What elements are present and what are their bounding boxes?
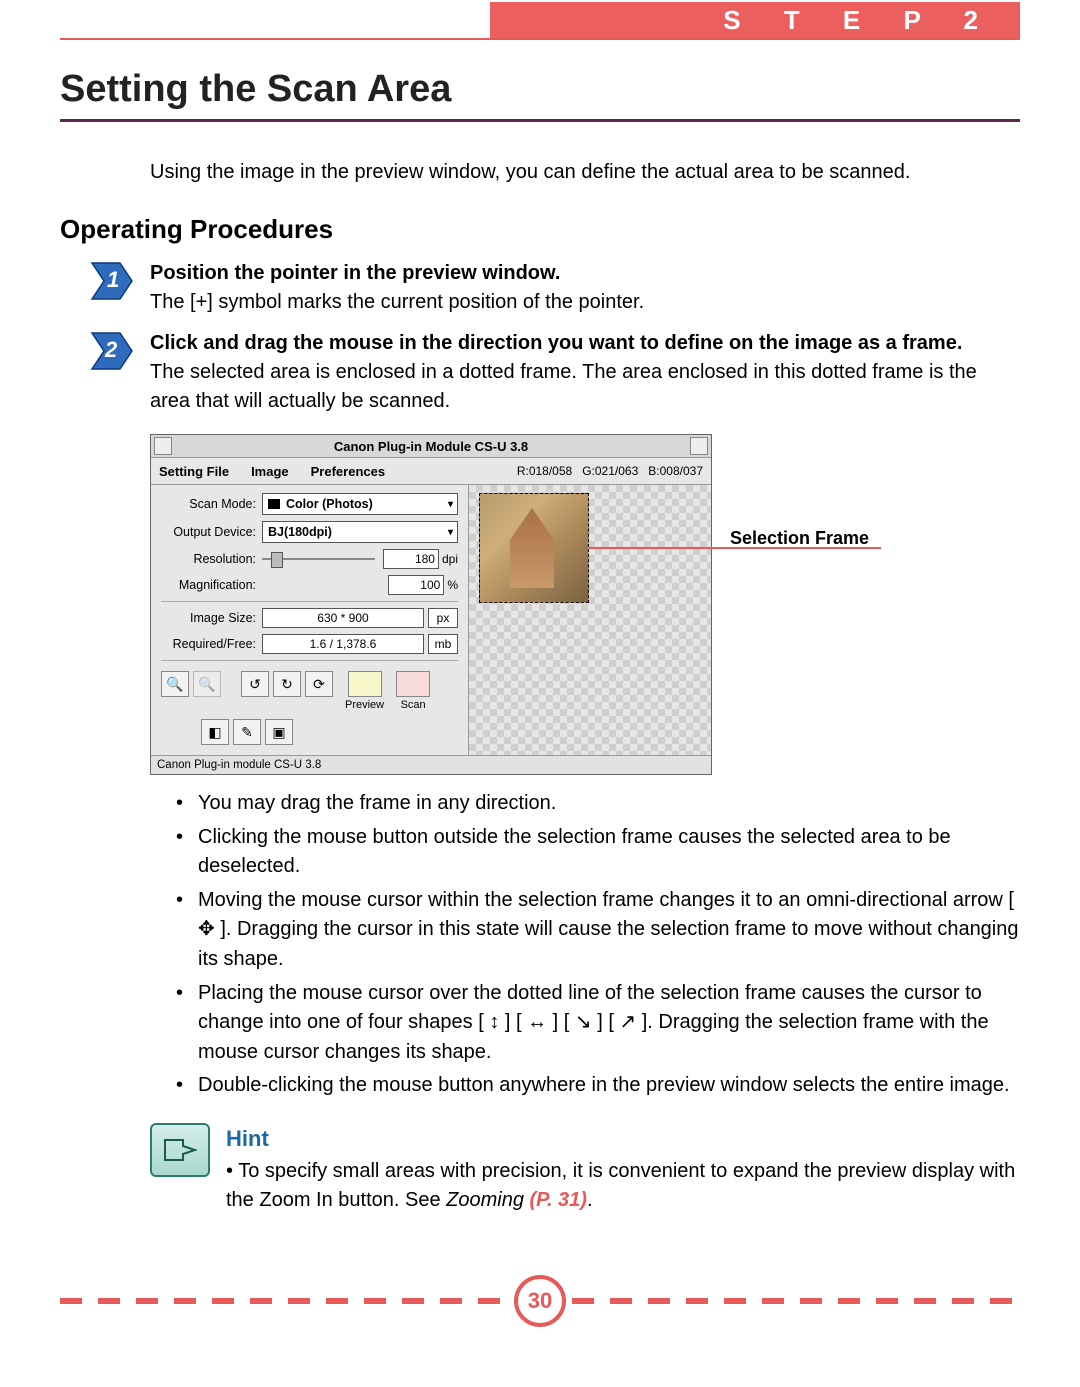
hint-icon [150, 1123, 210, 1177]
step-2-body: The selected area is enclosed in a dotte… [150, 358, 1020, 416]
resolution-slider[interactable] [262, 552, 375, 566]
preview-area[interactable] [469, 485, 711, 755]
zoom-out-icon[interactable]: 🔍 [193, 671, 221, 697]
bullet-item: Moving the mouse cursor within the selec… [176, 886, 1020, 975]
image-size-value: 630 * 900 [262, 608, 424, 628]
step-1-heading: Position the pointer in the preview wind… [150, 259, 1020, 288]
callout-label: Selection Frame [730, 528, 869, 549]
image-size-label: Image Size: [161, 611, 256, 625]
footer-dashes-left [60, 1298, 508, 1304]
bullet-item: You may drag the frame in any direction. [176, 789, 1020, 819]
step-1: 1 Position the pointer in the preview wi… [60, 259, 1020, 317]
required-free-label: Required/Free: [161, 637, 256, 651]
footer-dashes-right [572, 1298, 1020, 1304]
app-window: Canon Plug-in Module CS-U 3.8 Setting Fi… [150, 434, 712, 775]
footer: 30 [60, 1275, 1020, 1327]
hint-zooming: Zooming [446, 1189, 529, 1211]
scan-button[interactable]: Scan [396, 671, 430, 711]
titlebar: Canon Plug-in Module CS-U 3.8 [151, 435, 711, 458]
magnification-value[interactable]: 100 [388, 575, 444, 595]
magnification-label: Magnification: [161, 578, 256, 592]
menu-image[interactable]: Image [251, 464, 289, 479]
tool-icon-2[interactable]: ✎ [233, 719, 261, 745]
tool-icon-1[interactable]: ◧ [201, 719, 229, 745]
flip-icon[interactable]: ⟳ [305, 671, 333, 697]
menu-preferences[interactable]: Preferences [311, 464, 385, 479]
required-free-value: 1.6 / 1,378.6 [262, 634, 424, 654]
page-number: 30 [514, 1275, 566, 1327]
output-device-select[interactable]: BJ(180dpi)▾ [262, 521, 458, 543]
hint-block: Hint • To specify small areas with preci… [150, 1123, 1020, 1215]
resolution-label: Resolution: [161, 552, 256, 566]
menubar: Setting File Image Preferences R:018/058… [151, 458, 711, 484]
rotate-right-icon[interactable]: ↻ [273, 671, 301, 697]
window-title: Canon Plug-in Module CS-U 3.8 [151, 439, 711, 454]
header-bar: S T E P 2 [60, 0, 1020, 40]
title-rule [60, 119, 1020, 122]
bullet-item: Placing the mouse cursor over the dotted… [176, 979, 1020, 1068]
svg-text:1: 1 [107, 267, 119, 292]
toolbar: 🔍 🔍 ↺ ↻ ⟳ Preview Scan [161, 667, 458, 715]
step-2-arrow-icon: 2 [90, 329, 136, 373]
hint-ref-link[interactable]: (P. 31) [530, 1189, 587, 1211]
rotate-left-icon[interactable]: ↺ [241, 671, 269, 697]
page-title: Setting the Scan Area [60, 68, 1020, 111]
status-bar: Canon Plug-in module CS-U 3.8 [151, 755, 711, 774]
step-2: 2 Click and drag the mouse in the direct… [60, 329, 1020, 416]
scan-mode-label: Scan Mode: [161, 497, 256, 511]
magnification-unit: % [447, 578, 458, 592]
tool-icon-3[interactable]: ▣ [265, 719, 293, 745]
output-device-label: Output Device: [161, 525, 256, 539]
step-2-heading: Click and drag the mouse in the directio… [150, 329, 1020, 358]
preview-button[interactable]: Preview [345, 671, 384, 711]
step-1-body: The [+] symbol marks the current positio… [150, 288, 1020, 317]
svg-text:2: 2 [104, 337, 118, 362]
bullet-item: Clicking the mouse button outside the se… [176, 823, 1020, 882]
resolution-unit: dpi [442, 552, 458, 566]
zoom-in-icon[interactable]: 🔍 [161, 671, 189, 697]
scan-mode-select[interactable]: Color (Photos)▾ [262, 493, 458, 515]
rgb-readout: R:018/058 G:021/063 B:008/037 [517, 464, 703, 478]
section-heading: Operating Procedures [60, 214, 1020, 245]
hint-text: • To specify small areas with precision,… [226, 1160, 1015, 1211]
image-size-unit: px [428, 608, 458, 628]
menu-setting-file[interactable]: Setting File [159, 464, 229, 479]
step-1-arrow-icon: 1 [90, 259, 136, 303]
resolution-value[interactable]: 180 [383, 549, 439, 569]
settings-panel: Scan Mode: Color (Photos)▾ Output Device… [151, 485, 469, 755]
selection-frame[interactable] [479, 493, 589, 603]
intro-text: Using the image in the preview window, y… [150, 158, 1020, 186]
screenshot-figure: Canon Plug-in Module CS-U 3.8 Setting Fi… [150, 434, 930, 775]
hint-title: Hint [226, 1123, 1020, 1155]
bullet-list: You may drag the frame in any direction.… [176, 789, 1020, 1101]
required-free-unit: mb [428, 634, 458, 654]
step-label: S T E P 2 [490, 2, 1020, 38]
hint-suffix: . [587, 1189, 593, 1211]
bullet-item: Double-clicking the mouse button anywher… [176, 1071, 1020, 1101]
